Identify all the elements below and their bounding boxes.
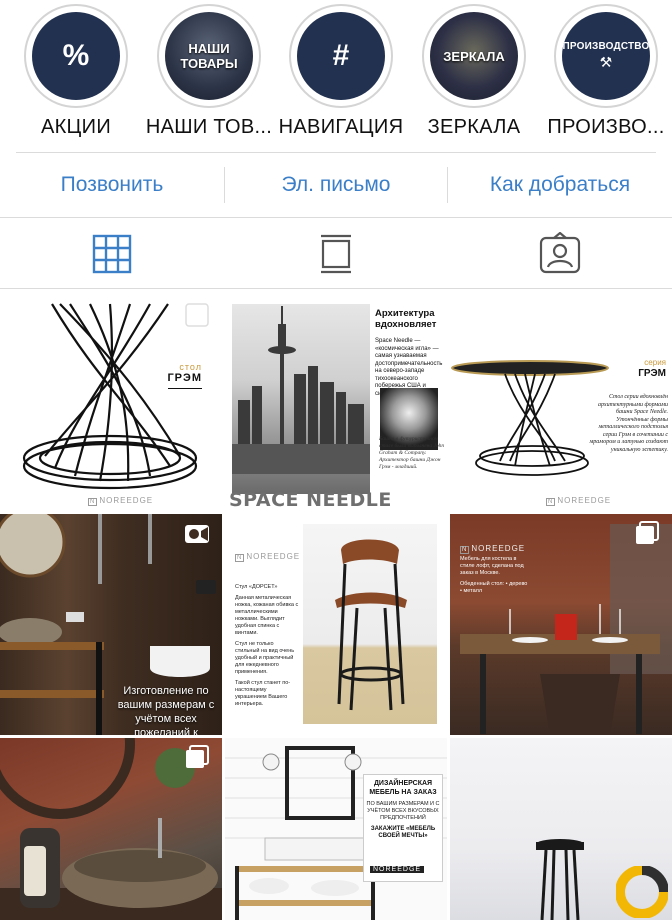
story-highlights: % АКЦИИ НАШИ ТОВАРЫ НАШИ ТОВ... # НАВИГА… [0, 0, 672, 150]
post-body-text: Стол серии вдохновлён архитектурными фор… [589, 394, 668, 453]
post-space-needle[interactable]: SPACE NEEDLE Архитектура вдохновляет Spa… [225, 296, 447, 511]
divider [168, 388, 202, 389]
post-subtitle: стол [179, 362, 202, 372]
heading-line: вдохновляет [375, 319, 437, 330]
text-paragraph: Стул «ДОРСЕТ» [235, 584, 278, 590]
text-paragraph: Такой стул станет по-настоящему украшени… [235, 680, 291, 707]
post-loft-dining[interactable]: NOREEDGE Мебель для костела в стиле лофт… [450, 514, 672, 735]
highlight-ring: # [289, 4, 393, 108]
highlight-cover: ЗЕРКАЛА [430, 12, 518, 100]
text-paragraph: Обеденный стол: • дерево • металл [460, 581, 528, 594]
highlight-label: ПРОИЗВО... [547, 116, 665, 138]
seattle-skyline-photo [232, 304, 370, 494]
video-camera-icon [185, 525, 209, 543]
brand-logo: NOREEDGE [370, 866, 425, 873]
bar-stool-illustration [335, 539, 407, 711]
post-title: SPACE NEEDLE [229, 489, 392, 511]
highlight-label: НАШИ ТОВ... [145, 116, 273, 138]
highlight-cover: ПРОИЗВОДСТВО ⚒ [562, 12, 650, 100]
email-button[interactable]: Эл. письмо [225, 153, 447, 217]
directions-button[interactable]: Как добраться [448, 153, 672, 217]
promo-call-to-action: ЗАКАЖИТЕ «МЕБЕЛЬ СВОЕЙ МЕЧТЫ» [370, 826, 436, 839]
hammer-crossed-icon: ⚒ [599, 54, 613, 70]
post-body-text: Мебель для костела в стиле лофт, сделана… [460, 556, 530, 595]
tagged-person-icon[interactable] [538, 232, 582, 276]
table-base-illustration [22, 303, 198, 490]
call-button[interactable]: Позвонить [0, 153, 224, 217]
contact-actions: Позвонить Эл. письмо Как добраться [0, 153, 672, 217]
multiple-photos-icon [636, 521, 659, 544]
brand-logo: NOREEDGE [235, 552, 300, 562]
post-bar-stool[interactable] [450, 738, 672, 920]
post-heading: Архитектура вдохновляет [375, 308, 436, 330]
multiple-photos-icon [185, 303, 209, 327]
post-series-grem[interactable]: серия ГРЭМ Стол серии вдохновлён архитек… [450, 296, 672, 511]
text-paragraph: Стул не только стильный на вид очень удо… [235, 641, 295, 675]
list-feed-icon[interactable] [314, 232, 358, 276]
highlight-label: АКЦИИ [40, 116, 112, 138]
heading-line: Архитектура [375, 308, 435, 319]
highlight-label: ЗЕРКАЛА [427, 116, 521, 138]
brand-logo: NOREEDGE [546, 496, 611, 506]
highlight-ring: ЗЕРКАЛА [422, 4, 526, 108]
text-paragraph: Данная металическая ножка, кожаная обивк… [235, 595, 299, 636]
highlight-ring: ПРОИЗВОДСТВО ⚒ [554, 4, 658, 108]
post-dorset-chair[interactable]: NOREEDGE Стул «ДОРСЕТ» Данная металическ… [225, 514, 447, 735]
promo-subtitle: ПО ВАШИМ РАЗМЕРАМ И С УЧЁТОМ ВСЕХ ВКУСОВ… [366, 801, 440, 821]
skyline-illustration [232, 306, 370, 474]
posts-grid: стол ГРЭМ NOREEDGE [0, 296, 672, 920]
post-bathroom-video[interactable]: Изготовление по вашим размерам с учётом … [0, 514, 222, 735]
highlight-cover-text: ТОВАРЫ [180, 56, 238, 71]
highlight-ring: % [24, 4, 128, 108]
post-stone-sink[interactable] [0, 738, 222, 920]
percent-icon: % [32, 12, 120, 100]
brand-logo: NOREEDGE [460, 544, 525, 554]
divider [0, 288, 672, 289]
highlight-label: НАВИГАЦИЯ [278, 116, 404, 138]
promo-title: ДИЗАЙНЕРСКАЯ МЕБЕЛЬ НА ЗАКАЗ [369, 780, 437, 796]
highlight-cover-text: ПРОИЗВОДСТВО [562, 41, 650, 52]
post-title: ГРЭМ [638, 368, 666, 379]
app-badge-icon [616, 866, 668, 918]
highlight-symbol: # [332, 39, 350, 72]
multiple-photos-icon [186, 745, 209, 768]
post-title: ГРЭМ [167, 372, 202, 384]
grid-icon[interactable] [90, 232, 134, 276]
post-caption: Башня в футуристичном стиле была выполне… [379, 436, 445, 470]
highlight-cover-text: НАШИ [188, 41, 230, 56]
highlight-ring: НАШИ ТОВАРЫ [157, 4, 261, 108]
chair-photo [303, 524, 437, 724]
profile-view-tabs [0, 218, 672, 288]
hash-icon: # [297, 12, 385, 100]
post-designer-furniture[interactable]: ДИЗАЙНЕРСКАЯ МЕБЕЛЬ НА ЗАКАЗ ПО ВАШИМ РА… [225, 738, 447, 920]
brand-logo: NOREEDGE [88, 496, 153, 506]
post-body-text: Стул «ДОРСЕТ» Данная металическая ножка,… [235, 584, 299, 708]
post-subtitle: серия [644, 358, 666, 367]
highlight-symbol: % [62, 39, 90, 72]
post-caption: Изготовление по вашим размерам с учётом … [117, 685, 215, 735]
text-paragraph: Мебель для костела в стиле лофт, сделана… [460, 556, 524, 576]
highlight-cover: НАШИ ТОВАРЫ [165, 12, 253, 100]
post-table-grem[interactable]: стол ГРЭМ NOREEDGE [0, 296, 222, 511]
highlight-cover-text: ЗЕРКАЛА [443, 48, 505, 64]
